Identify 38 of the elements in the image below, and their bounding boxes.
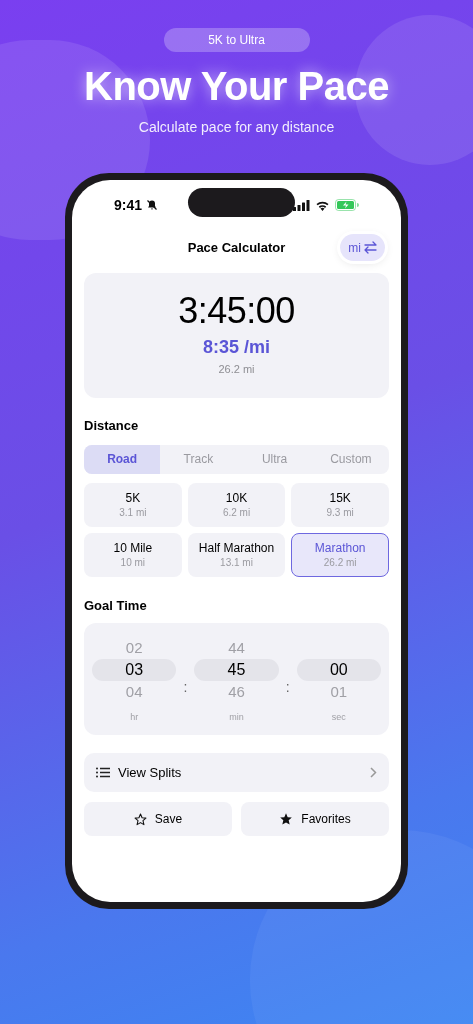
promo-badge: 5K to Ultra: [163, 28, 310, 52]
section-heading: Goal Time: [84, 596, 148, 615]
headline: Know Your Pace: [84, 63, 389, 110]
list-icon: [96, 767, 110, 778]
finish-time: 3:45:00: [178, 289, 295, 333]
star-outline-icon: [133, 812, 147, 826]
section-heading: Distance: [84, 417, 140, 435]
distance-option[interactable]: 10 Mile 10 mi: [84, 532, 182, 577]
star-icon: [279, 812, 294, 826]
distance-option[interactable]: 15K 9.3 mi: [291, 482, 389, 527]
favorites-button[interactable]: Favorites: [241, 802, 389, 836]
picker-unit-label: hr: [130, 711, 139, 724]
picker-unit-label: min: [229, 711, 244, 724]
chevron-right-icon: [370, 767, 377, 778]
screen-title: Pace Calculator: [187, 239, 286, 258]
swap-arrows-icon: [363, 241, 377, 254]
time-separator: :: [284, 678, 291, 697]
distance-option[interactable]: 5K 3.1 mi: [84, 482, 182, 527]
view-splits-row[interactable]: View Splits: [84, 753, 389, 792]
distance-option[interactable]: 10K 6.2 mi: [187, 482, 286, 527]
picker-value[interactable]: 03: [92, 659, 177, 681]
status-time: 9:41: [114, 195, 143, 215]
distance-option[interactable]: Marathon 26.2 mi: [291, 532, 389, 577]
subtitle: Calculate pace for any distance: [138, 118, 335, 137]
save-button[interactable]: Save: [84, 802, 232, 836]
distance-option[interactable]: Half Marathon 13.1 mi: [187, 532, 286, 577]
signal-icon: [293, 199, 310, 211]
unit-toggle[interactable]: mi: [340, 234, 385, 261]
segment-tab[interactable]: Road: [84, 444, 161, 474]
time-separator: :: [182, 678, 189, 697]
picker-value[interactable]: 00: [296, 659, 381, 681]
pace-value: 8:35 /mi: [202, 336, 270, 359]
picker-unit-label: sec: [331, 711, 346, 724]
muted-bell-icon: [146, 199, 159, 211]
wifi-icon: [315, 199, 330, 211]
picker-value[interactable]: 45: [194, 659, 279, 681]
distance-value: 26.2 mi: [218, 362, 255, 377]
battery-charging-icon: [335, 199, 359, 211]
